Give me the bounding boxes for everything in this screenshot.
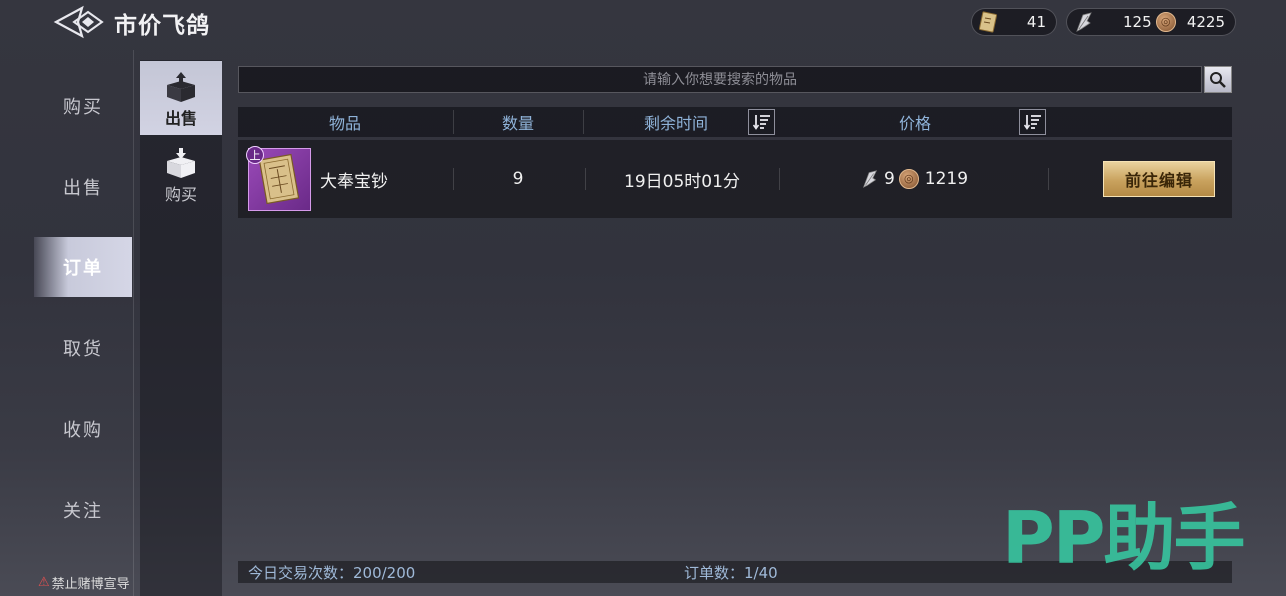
box-in-icon [167, 148, 195, 178]
nav-item-pickup[interactable]: 取货 [34, 318, 132, 378]
item-name: 大奉宝钞 [320, 171, 388, 192]
header-quantity: 数量 [501, 114, 534, 133]
nav-item-buy[interactable]: 购买 [34, 76, 132, 136]
subtab-sell-label: 出售 [164, 109, 197, 128]
search-input[interactable] [238, 66, 1202, 93]
page-title: 市价飞鸽 [114, 12, 210, 39]
subtab-sell[interactable]: 出售 [140, 61, 222, 135]
subtab-buy-label: 购买 [164, 185, 197, 204]
price-coin-value: 1219 [924, 169, 969, 189]
header-remaining-time: 剩余时间 [643, 114, 708, 133]
warning-text: 禁止赌博宣导 [51, 577, 130, 592]
sort-time-button[interactable] [748, 109, 775, 135]
coin-count: 4225 [1186, 13, 1225, 31]
feather-icon [862, 170, 877, 188]
trades-today: 今日交易次数：200/200 [248, 563, 416, 582]
search-icon [1210, 71, 1226, 88]
price-feather-value: 9 [883, 169, 895, 189]
coin-icon: ◎ [898, 169, 919, 189]
cell-divider [1048, 168, 1049, 190]
subtab-buy[interactable]: 购买 [140, 137, 222, 211]
header-item: 物品 [328, 114, 361, 133]
currency-group: 125 ◎ 4225 [1066, 8, 1236, 36]
feather-icon [1073, 11, 1095, 33]
sort-desc-icon [1023, 115, 1041, 130]
gambling-warning[interactable]: ⚠ 禁止赌博宣导 [38, 573, 130, 592]
coin-icon: ◎ [1155, 12, 1176, 32]
item-price: 9 ◎ 1219 [780, 140, 1048, 218]
feather-count: 125 [1123, 13, 1152, 31]
item-grade-badge: 上 [246, 146, 264, 164]
go-edit-button[interactable]: 前往编辑 [1103, 161, 1215, 197]
nav-item-purchase[interactable]: 收购 [34, 399, 132, 459]
sort-price-button[interactable] [1019, 109, 1046, 135]
header-price: 价格 [898, 114, 931, 133]
item-quantity: 9 [512, 169, 524, 189]
nav-divider [133, 50, 134, 596]
back-logo-icon[interactable] [52, 4, 108, 40]
warning-icon: ⚠ [38, 575, 50, 590]
order-count: 订单数：1/40 [684, 563, 778, 582]
nav-item-sell[interactable]: 出售 [34, 157, 132, 217]
ticket-count: 41 [1026, 13, 1046, 31]
nav-item-follow[interactable]: 关注 [34, 480, 132, 540]
search-button[interactable] [1204, 66, 1232, 93]
currency-ticket: 41 [971, 8, 1057, 36]
box-out-icon [167, 72, 195, 102]
ticket-icon [978, 11, 998, 33]
item-remaining-time: 19日05时01分 [624, 171, 740, 192]
sort-desc-icon [752, 115, 770, 130]
pp-assistant-watermark: PP助手 [1002, 496, 1246, 580]
nav-item-orders[interactable]: 订单 [34, 237, 132, 297]
